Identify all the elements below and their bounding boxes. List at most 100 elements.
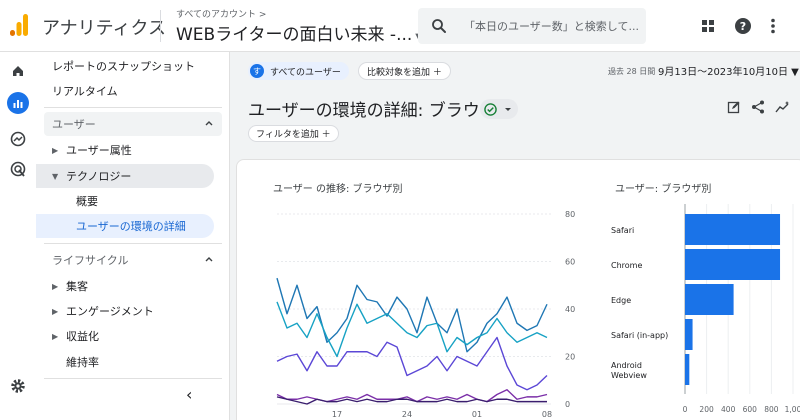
search-box[interactable] <box>418 8 646 44</box>
home-icon[interactable] <box>7 60 29 82</box>
expand-arrow-icon: ▶ <box>52 281 59 291</box>
sidebar-item-engagement[interactable]: ▶ エンゲージメント <box>44 299 222 323</box>
sidebar-item-realtime[interactable]: リアルタイム <box>44 79 222 103</box>
app-name: アナリティクス <box>42 18 167 39</box>
category-label: Edge <box>611 296 631 305</box>
left-rail <box>0 52 36 420</box>
x-tick-label: 800 <box>764 405 779 414</box>
bar-chart[interactable]: 0 200 400 600 800 1,00 Safari Chrome Edge Safari … <box>603 200 800 420</box>
bar <box>685 284 734 315</box>
account-breadcrumb[interactable]: すべてのアカウント > <box>176 7 266 20</box>
x-tick-label: 17 <box>332 410 342 419</box>
line-chart-title: ユーザー の推移: ブラウザ別 <box>273 184 403 195</box>
bar <box>685 249 781 280</box>
sidebar-item-label: エンゲージメント <box>66 305 154 318</box>
chevron-up-icon <box>205 121 213 126</box>
x-tick-label: 400 <box>721 405 736 414</box>
collapse-sidebar-icon[interactable]: ‹ <box>186 385 192 404</box>
check-circle-icon <box>484 102 497 116</box>
sidebar-item-label: リアルタイム <box>52 85 118 98</box>
sidebar-divider <box>44 378 222 379</box>
x-tick-label: 24 <box>402 410 412 419</box>
x-tick-label: 200 <box>699 405 714 414</box>
y-tick-label: 60 <box>565 258 575 267</box>
y-tick-label: 40 <box>565 305 575 314</box>
report-sidebar: レポートのスナップショット リアルタイム ユーザー ▶ ユーザー属性 ▼ テクノロジ… <box>36 52 230 420</box>
help-icon[interactable]: ? <box>732 15 754 37</box>
sidebar-section-lifecycle[interactable]: ライフサイクル <box>44 248 222 272</box>
sidebar-item-label: 概要 <box>76 195 98 208</box>
category-label: Safari <box>611 226 634 235</box>
status-dropdown[interactable] <box>480 99 518 119</box>
sidebar-section-user[interactable]: ユーザー <box>44 112 222 136</box>
property-selector[interactable]: WEBライターの面白い未来 -...▼ <box>176 20 423 45</box>
bar <box>685 354 690 385</box>
search-input[interactable] <box>464 16 640 36</box>
series-line <box>276 396 547 405</box>
category-label: Android <box>611 361 642 370</box>
expand-arrow-icon: ▶ <box>52 331 59 341</box>
category-label: Safari (in-app) <box>611 331 668 340</box>
date-range-picker[interactable]: 9月13日～2023年10月10日 ▼ <box>658 63 799 78</box>
chevron-up-icon <box>205 257 213 262</box>
chip-label: すべてのユーザー <box>270 67 341 78</box>
x-tick-label: 0 <box>683 405 688 414</box>
sidebar-item-monetization[interactable]: ▶ 収益化 <box>44 324 222 348</box>
sidebar-item-label: 維持率 <box>66 356 99 369</box>
all-users-chip[interactable]: す すべてのユーザー <box>248 62 349 80</box>
analytics-logo-icon[interactable] <box>9 13 29 37</box>
user-badge: す <box>250 64 264 78</box>
expand-arrow-icon: ▶ <box>52 145 59 155</box>
share-icon[interactable] <box>749 98 767 116</box>
property-name: WEBライターの面白い未来 -... <box>176 25 413 45</box>
advertising-icon[interactable] <box>7 158 29 180</box>
more-vert-icon[interactable] <box>762 15 784 37</box>
x-tick-label: 1,00 <box>785 405 800 414</box>
y-tick-label: 80 <box>565 210 575 219</box>
sidebar-divider <box>44 243 222 244</box>
add-filter-button[interactable]: フィルタを追加 ＋ <box>248 125 339 142</box>
sidebar-section-label: ライフサイクル <box>52 254 129 267</box>
main-content: す すべてのユーザー 比較対象を追加 ＋ 過去 28 日間 9月13日～2023… <box>230 52 800 420</box>
insights-icon[interactable] <box>774 98 792 116</box>
x-tick-label: 08 <box>542 410 552 419</box>
page-title: ユーザーの環境の詳細: ブラウザ <box>248 101 497 121</box>
analytics-app: アナリティクス すべてのアカウント > WEBライターの面白い未来 -... ▼ … <box>0 0 800 420</box>
search-icon <box>432 19 446 33</box>
date-period-label: 過去 28 日間 <box>608 67 656 76</box>
sidebar-item-label: レポートのスナップショット <box>52 60 195 73</box>
category-label: Webview <box>611 371 647 380</box>
chart-card: ユーザー の推移: ブラウザ別 ユーザー: ブラウザ別 0 20 40 60 80 17 2… <box>236 159 800 420</box>
explore-icon[interactable] <box>7 128 29 150</box>
sidebar-item-acquisition[interactable]: ▶ 集客 <box>44 274 222 298</box>
add-comparison-button[interactable]: 比較対象を追加 ＋ <box>358 62 451 80</box>
reports-icon[interactable] <box>7 92 29 114</box>
sidebar-item-snapshot[interactable]: レポートのスナップショット <box>44 54 222 78</box>
bar-chart-title: ユーザー: ブラウザ別 <box>615 184 712 195</box>
apps-grid-icon[interactable] <box>697 15 719 37</box>
expand-arrow-icon: ▶ <box>52 306 59 316</box>
edit-report-icon[interactable] <box>725 98 743 116</box>
line-chart[interactable]: 0 20 40 60 80 17 24 01 08 <box>237 200 577 420</box>
sidebar-item-overview[interactable]: 概要 <box>44 189 222 213</box>
category-label: Chrome <box>611 261 642 270</box>
sidebar-item-user-attributes[interactable]: ▶ ユーザー属性 <box>44 138 222 162</box>
sidebar-item-label: 集客 <box>66 280 88 293</box>
sidebar-item-env-details[interactable]: ユーザーの環境の詳細 <box>36 214 214 238</box>
bar <box>685 214 781 245</box>
settings-gear-icon[interactable] <box>7 375 29 397</box>
top-header: アナリティクス すべてのアカウント > WEBライターの面白い未来 -...▼ … <box>0 0 800 52</box>
sidebar-item-retention[interactable]: 維持率 <box>44 350 222 374</box>
sidebar-item-technology[interactable]: ▼ テクノロジー <box>36 164 214 188</box>
x-tick-label: 01 <box>472 410 482 419</box>
sidebar-item-label: 収益化 <box>66 330 99 343</box>
x-tick-label: 600 <box>743 405 758 414</box>
bar <box>685 319 693 350</box>
header-divider <box>160 10 161 42</box>
sidebar-item-label: テクノロジー <box>66 170 132 183</box>
sidebar-section-label: ユーザー <box>52 118 96 131</box>
series-line <box>276 336 548 391</box>
caret-down-icon <box>505 108 511 111</box>
sidebar-item-label: ユーザー属性 <box>66 144 132 157</box>
y-tick-label: 20 <box>565 353 575 362</box>
